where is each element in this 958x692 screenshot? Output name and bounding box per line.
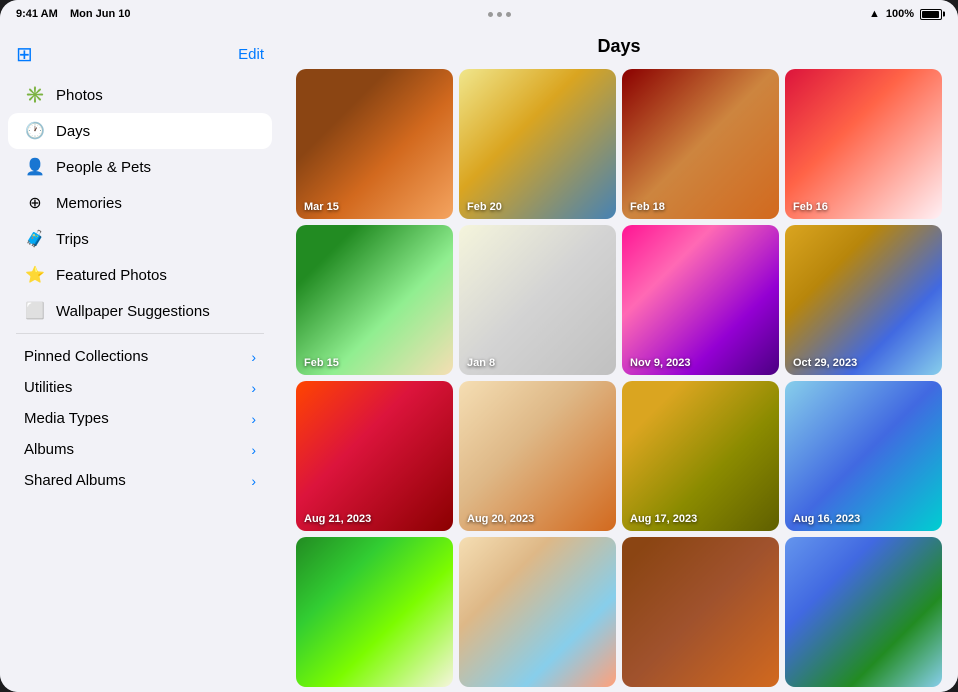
photo-cell-5[interactable]: Feb 15 bbox=[296, 225, 453, 375]
sidebar-label-days: Days bbox=[56, 123, 256, 140]
albums-label: Albums bbox=[24, 441, 74, 458]
battery-fill bbox=[922, 11, 939, 18]
divider-1 bbox=[16, 333, 264, 334]
photo-label-12: Aug 16, 2023 bbox=[793, 513, 860, 525]
photo-label-9: Aug 21, 2023 bbox=[304, 513, 371, 525]
utilities-label: Utilities bbox=[24, 379, 72, 396]
photo-cell-9[interactable]: Aug 21, 2023 bbox=[296, 381, 453, 531]
photo-cell-1[interactable]: Mar 15 bbox=[296, 69, 453, 219]
photo-cell-4[interactable]: Feb 16 bbox=[785, 69, 942, 219]
sidebar-label-memories: Memories bbox=[56, 195, 256, 212]
wallpaper-icon: ⬜ bbox=[24, 301, 46, 321]
photo-cell-3[interactable]: Feb 18 bbox=[622, 69, 779, 219]
sidebar-section-utilities[interactable]: Utilities › bbox=[0, 369, 280, 400]
featured-icon: ⭐ bbox=[24, 265, 46, 285]
photo-label-7: Nov 9, 2023 bbox=[630, 357, 691, 369]
photo-label-4: Feb 16 bbox=[793, 201, 828, 213]
photo-cell-10[interactable]: Aug 20, 2023 bbox=[459, 381, 616, 531]
ipad-frame: 9:41 AM Mon Jun 10 ▲ 100% ⊞ Edit bbox=[0, 0, 958, 692]
status-bar: 9:41 AM Mon Jun 10 ▲ 100% bbox=[0, 0, 958, 28]
photo-cell-6[interactable]: Jan 8 bbox=[459, 225, 616, 375]
sidebar-label-people-pets: People & Pets bbox=[56, 159, 256, 176]
shared-albums-chevron-icon: › bbox=[251, 473, 256, 489]
status-time-date: 9:41 AM Mon Jun 10 bbox=[16, 8, 131, 20]
status-time: 9:41 AM bbox=[16, 8, 58, 20]
content-area: Days Mar 15 Feb 20 Feb 18 Feb 16 Feb 15 bbox=[280, 28, 958, 692]
content-title: Days bbox=[280, 28, 958, 69]
photo-cell-15[interactable] bbox=[622, 537, 779, 687]
sidebar-item-memories[interactable]: ⊕ Memories bbox=[8, 185, 272, 221]
dot-2 bbox=[497, 12, 502, 17]
sidebar-section-albums[interactable]: Albums › bbox=[0, 431, 280, 462]
sidebar-section-pinned[interactable]: Pinned Collections › bbox=[0, 338, 280, 369]
sidebar-label-featured: Featured Photos bbox=[56, 267, 256, 284]
pinned-collections-label: Pinned Collections bbox=[24, 348, 148, 365]
photo-label-3: Feb 18 bbox=[630, 201, 665, 213]
photo-label-10: Aug 20, 2023 bbox=[467, 513, 534, 525]
sidebar-label-wallpaper: Wallpaper Suggestions bbox=[56, 303, 256, 320]
photo-cell-2[interactable]: Feb 20 bbox=[459, 69, 616, 219]
photo-grid: Mar 15 Feb 20 Feb 18 Feb 16 Feb 15 Jan 8 bbox=[280, 69, 958, 692]
shared-albums-label: Shared Albums bbox=[24, 472, 126, 489]
sidebar-section-media-types[interactable]: Media Types › bbox=[0, 400, 280, 431]
photo-cell-7[interactable]: Nov 9, 2023 bbox=[622, 225, 779, 375]
albums-chevron-icon: › bbox=[251, 442, 256, 458]
photo-cell-13[interactable] bbox=[296, 537, 453, 687]
sidebar-section-shared-albums[interactable]: Shared Albums › bbox=[0, 462, 280, 493]
photos-icon: ✳️ bbox=[24, 85, 46, 105]
photo-label-1: Mar 15 bbox=[304, 201, 339, 213]
photo-label-6: Jan 8 bbox=[467, 357, 495, 369]
pinned-chevron-icon: › bbox=[251, 349, 256, 365]
sidebar-item-featured-photos[interactable]: ⭐ Featured Photos bbox=[8, 257, 272, 293]
status-right: ▲ 100% bbox=[869, 8, 942, 20]
photo-cell-8[interactable]: Oct 29, 2023 bbox=[785, 225, 942, 375]
sidebar-item-trips[interactable]: 🧳 Trips bbox=[8, 221, 272, 257]
wifi-icon: ▲ bbox=[869, 8, 880, 20]
sidebar-item-people-pets[interactable]: 👤 People & Pets bbox=[8, 149, 272, 185]
sidebar-item-photos[interactable]: ✳️ Photos bbox=[8, 77, 272, 113]
dot-1 bbox=[488, 12, 493, 17]
utilities-chevron-icon: › bbox=[251, 380, 256, 396]
photo-cell-16[interactable] bbox=[785, 537, 942, 687]
photo-cell-14[interactable] bbox=[459, 537, 616, 687]
media-types-chevron-icon: › bbox=[251, 411, 256, 427]
battery-bar bbox=[920, 9, 942, 20]
sidebar: ⊞ Edit ✳️ Photos 🕐 Days 👤 People & Pets … bbox=[0, 28, 280, 692]
people-pets-icon: 👤 bbox=[24, 157, 46, 177]
status-center-dots bbox=[488, 12, 511, 17]
trips-icon: 🧳 bbox=[24, 229, 46, 249]
photo-cell-12[interactable]: Aug 16, 2023 bbox=[785, 381, 942, 531]
sidebar-item-wallpaper[interactable]: ⬜ Wallpaper Suggestions bbox=[8, 293, 272, 329]
edit-button[interactable]: Edit bbox=[238, 46, 264, 63]
sidebar-label-trips: Trips bbox=[56, 231, 256, 248]
dot-3 bbox=[506, 12, 511, 17]
memories-icon: ⊕ bbox=[24, 193, 46, 213]
sidebar-item-days[interactable]: 🕐 Days bbox=[8, 113, 272, 149]
media-types-label: Media Types bbox=[24, 410, 109, 427]
photo-label-11: Aug 17, 2023 bbox=[630, 513, 697, 525]
sidebar-label-photos: Photos bbox=[56, 87, 256, 104]
battery-pct: 100% bbox=[886, 8, 914, 20]
photo-label-8: Oct 29, 2023 bbox=[793, 357, 857, 369]
days-icon: 🕐 bbox=[24, 121, 46, 141]
sidebar-toggle-icon[interactable]: ⊞ bbox=[16, 42, 33, 67]
photo-cell-11[interactable]: Aug 17, 2023 bbox=[622, 381, 779, 531]
photo-label-5: Feb 15 bbox=[304, 357, 339, 369]
sidebar-header: ⊞ Edit bbox=[0, 36, 280, 77]
status-date: Mon Jun 10 bbox=[70, 8, 131, 20]
photo-label-2: Feb 20 bbox=[467, 201, 502, 213]
main-layout: ⊞ Edit ✳️ Photos 🕐 Days 👤 People & Pets … bbox=[0, 28, 958, 692]
